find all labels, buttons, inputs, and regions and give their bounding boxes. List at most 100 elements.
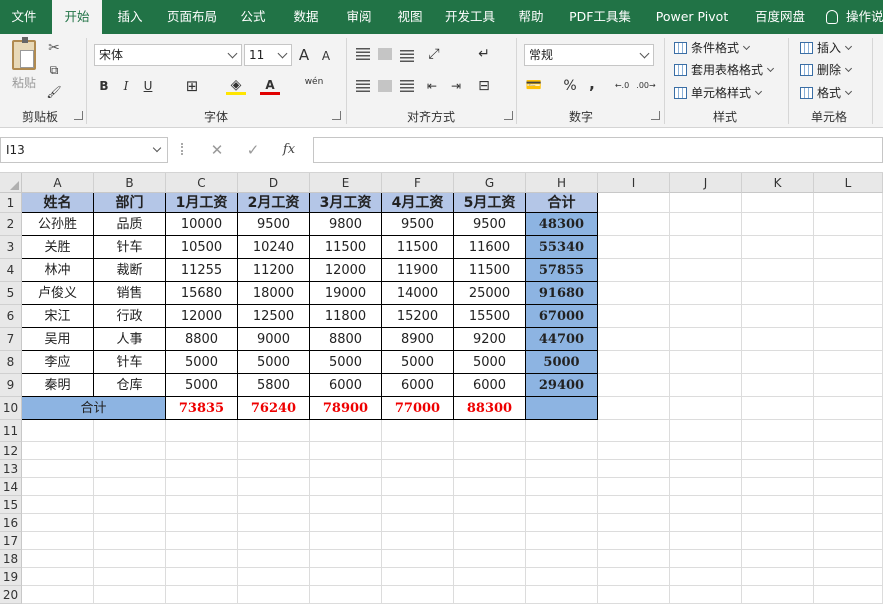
align-middle-icon[interactable] [378, 48, 392, 60]
cell[interactable] [670, 259, 742, 282]
cell[interactable] [94, 496, 166, 514]
cell[interactable] [670, 193, 742, 213]
tab-1[interactable]: 开始 [52, 0, 102, 34]
cell[interactable] [742, 496, 814, 514]
cell[interactable] [382, 532, 454, 550]
table-cell[interactable]: 5000 [310, 351, 382, 374]
table-header-cell[interactable]: 姓名 [22, 193, 94, 213]
table-cell[interactable]: 10000 [166, 213, 238, 236]
cell[interactable] [814, 532, 883, 550]
table-cell[interactable]: 秦明 [22, 374, 94, 397]
cell[interactable] [598, 478, 670, 496]
cell[interactable] [382, 442, 454, 460]
table-cell[interactable]: 行政 [94, 305, 166, 328]
formula-input[interactable] [313, 137, 883, 163]
format-painter-icon[interactable]: 🖌 [44, 82, 64, 102]
row-total-cell[interactable]: 91680 [526, 282, 598, 305]
table-cell[interactable]: 吴用 [22, 328, 94, 351]
table-cell[interactable]: 9200 [454, 328, 526, 351]
cell[interactable] [814, 586, 883, 604]
cell[interactable] [94, 586, 166, 604]
table-cell[interactable]: 关胜 [22, 236, 94, 259]
cell[interactable] [238, 442, 310, 460]
row-header[interactable]: 16 [0, 514, 22, 532]
column-header[interactable]: L [814, 173, 883, 193]
italic-button[interactable]: I [116, 76, 136, 96]
cell[interactable] [454, 550, 526, 568]
font-name-select[interactable]: 宋体 [94, 44, 242, 66]
cell[interactable] [166, 514, 238, 532]
clipboard-launcher-icon[interactable] [74, 111, 83, 120]
table-cell[interactable]: 卢俊义 [22, 282, 94, 305]
cell[interactable] [526, 532, 598, 550]
cell[interactable] [22, 532, 94, 550]
table-cell[interactable]: 10500 [166, 236, 238, 259]
cell[interactable] [742, 568, 814, 586]
table-cell[interactable]: 8900 [382, 328, 454, 351]
cell[interactable] [310, 550, 382, 568]
tab-2[interactable]: 插入 [104, 0, 156, 34]
row-header[interactable]: 15 [0, 496, 22, 514]
column-header[interactable]: J [670, 173, 742, 193]
row-header[interactable]: 13 [0, 460, 22, 478]
tab-8[interactable]: 开发工具 [436, 0, 504, 34]
decrease-decimal-icon[interactable]: .00→ [636, 76, 656, 96]
insert-function-button[interactable]: fx [276, 137, 302, 163]
cell[interactable] [310, 420, 382, 442]
row-total-cell[interactable]: 55340 [526, 236, 598, 259]
row-header[interactable]: 1 [0, 193, 22, 213]
cell[interactable] [814, 397, 883, 420]
table-cell[interactable]: 9500 [454, 213, 526, 236]
cell[interactable] [598, 213, 670, 236]
table-cell[interactable]: 25000 [454, 282, 526, 305]
cell[interactable] [94, 532, 166, 550]
table-cell[interactable]: 9000 [238, 328, 310, 351]
cell[interactable] [598, 374, 670, 397]
border-icon[interactable]: ⊞ [182, 76, 202, 96]
tell-me-search[interactable]: 操作说明搜索 [826, 0, 883, 34]
cell[interactable] [94, 550, 166, 568]
cell[interactable] [382, 460, 454, 478]
table-cell[interactable]: 8800 [310, 328, 382, 351]
fill-color-icon[interactable]: ◈ [226, 75, 246, 95]
cell[interactable] [742, 351, 814, 374]
cell[interactable] [94, 514, 166, 532]
cell[interactable] [526, 496, 598, 514]
cell[interactable] [598, 420, 670, 442]
cell[interactable] [166, 550, 238, 568]
cell[interactable] [166, 586, 238, 604]
align-top-icon[interactable] [356, 48, 370, 60]
column-total-cell[interactable]: 77000 [382, 397, 454, 420]
cell[interactable] [598, 568, 670, 586]
cell[interactable] [166, 460, 238, 478]
paste-button[interactable]: 粘贴 [6, 37, 42, 98]
table-cell[interactable]: 15200 [382, 305, 454, 328]
table-cell[interactable]: 11500 [310, 236, 382, 259]
cell[interactable] [454, 514, 526, 532]
decrease-indent-icon[interactable]: ⇤ [422, 76, 442, 96]
table-cell[interactable]: 12000 [166, 305, 238, 328]
name-box[interactable]: I13 [0, 137, 168, 163]
column-total-cell[interactable]: 73835 [166, 397, 238, 420]
cell[interactable] [166, 478, 238, 496]
table-cell[interactable]: 裁断 [94, 259, 166, 282]
align-right-icon[interactable] [400, 80, 414, 92]
cell[interactable] [814, 514, 883, 532]
cell[interactable] [670, 532, 742, 550]
table-cell[interactable]: 11200 [238, 259, 310, 282]
cell[interactable] [814, 236, 883, 259]
row-header[interactable]: 14 [0, 478, 22, 496]
cell[interactable] [670, 328, 742, 351]
cell[interactable] [382, 568, 454, 586]
table-cell[interactable]: 销售 [94, 282, 166, 305]
cell[interactable] [238, 478, 310, 496]
table-header-cell[interactable]: 1月工资 [166, 193, 238, 213]
table-cell[interactable]: 11600 [454, 236, 526, 259]
table-cell[interactable]: 9800 [310, 213, 382, 236]
cell[interactable] [742, 236, 814, 259]
table-cell[interactable]: 12000 [310, 259, 382, 282]
table-cell[interactable]: 公孙胜 [22, 213, 94, 236]
cell[interactable] [814, 420, 883, 442]
cell[interactable] [94, 478, 166, 496]
bold-button[interactable]: B [94, 76, 114, 96]
